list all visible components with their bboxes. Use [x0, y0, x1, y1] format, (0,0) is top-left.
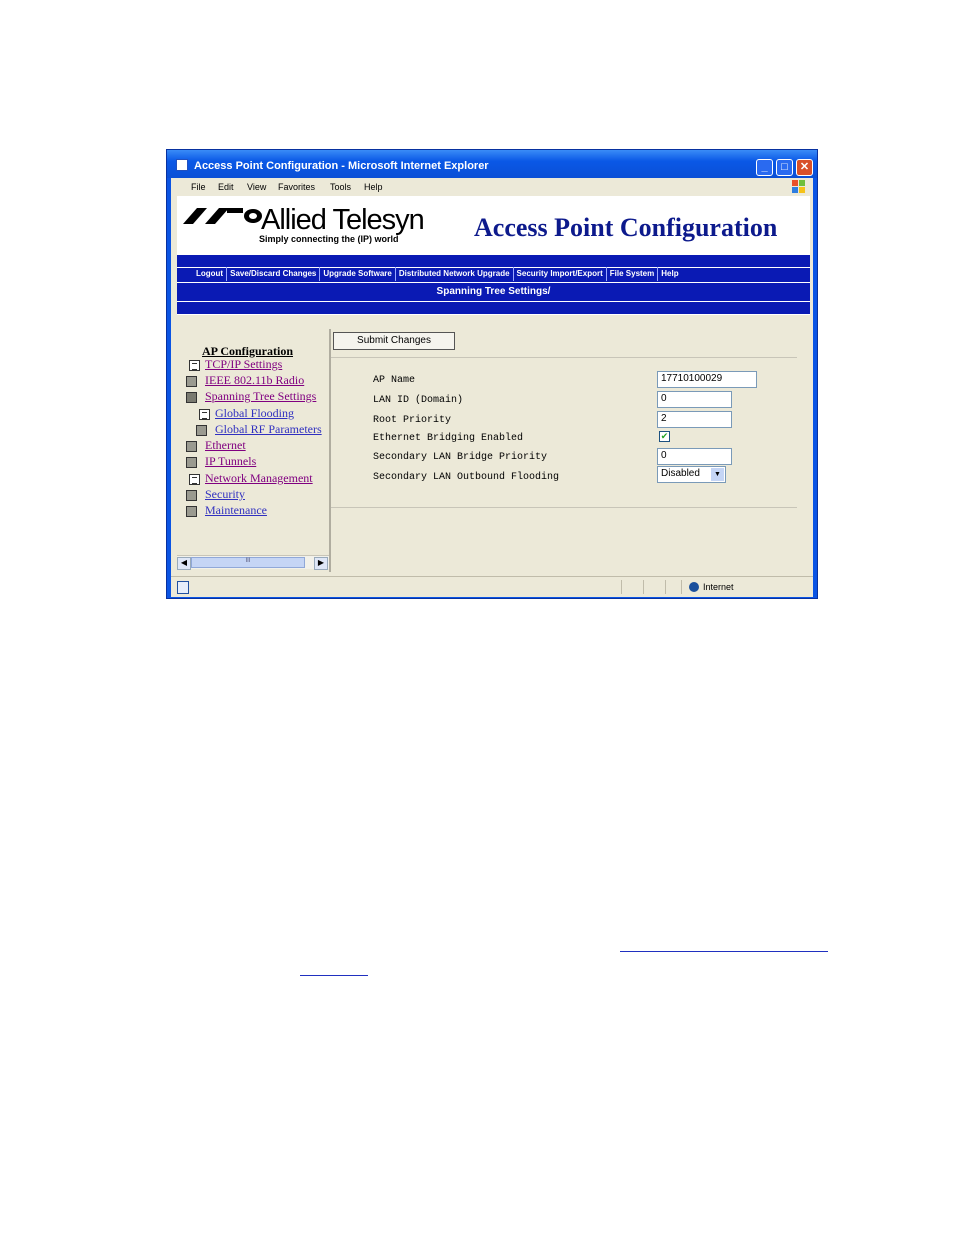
divider: [681, 580, 682, 594]
globe-icon: [689, 582, 699, 592]
document-icon: [189, 360, 200, 371]
scroll-right-icon[interactable]: ▶: [314, 557, 328, 570]
minimize-button[interactable]: _: [756, 159, 773, 176]
folder-icon: [196, 425, 207, 436]
divider: [177, 282, 810, 283]
nav-band: Logout Save/Discard Changes Upgrade Soft…: [177, 255, 810, 315]
sidebar-item-global-flooding[interactable]: Global Flooding: [215, 406, 294, 421]
menu-edit[interactable]: Edit: [218, 182, 234, 192]
lan-id-label: LAN ID (Domain): [373, 395, 464, 406]
page-content: Allied Telesyn Simply connecting the (IP…: [171, 196, 813, 576]
root-priority-field[interactable]: 2: [657, 411, 732, 428]
scroll-thumb[interactable]: III: [191, 557, 305, 568]
sidebar-tree: AP Configuration TCP/IP Settings IEEE 80…: [177, 329, 331, 572]
link-underline[interactable]: [300, 975, 368, 976]
document-icon: [199, 409, 210, 420]
document-icon: [189, 474, 200, 485]
ethernet-bridging-checkbox[interactable]: ✔: [659, 431, 670, 442]
divider: [177, 301, 810, 302]
sidebar-item-network-management[interactable]: Network Management: [205, 471, 313, 486]
nav-file-system[interactable]: File System: [607, 267, 659, 281]
outbound-flooding-select[interactable]: Disabled ▼: [657, 466, 726, 483]
sidebar-item-ethernet[interactable]: Ethernet: [205, 438, 246, 453]
sidebar-item-radio[interactable]: IEEE 802.11b Radio: [205, 373, 304, 388]
nav-distributed-upgrade[interactable]: Distributed Network Upgrade: [396, 267, 514, 281]
windows-logo-icon: [792, 180, 805, 193]
menu-bar: File Edit View Favorites Tools Help: [171, 178, 813, 196]
sidebar-item-maintenance[interactable]: Maintenance: [205, 503, 267, 518]
settings-panel: Submit Changes AP Name 17710100029 LAN I…: [331, 329, 813, 576]
banner: Allied Telesyn Simply connecting the (IP…: [177, 196, 810, 255]
outbound-flooding-value: Disabled: [661, 468, 700, 479]
nav-help[interactable]: Help: [658, 267, 681, 281]
nav-logout[interactable]: Logout: [193, 267, 228, 281]
close-button[interactable]: ✕: [796, 159, 813, 176]
allied-telesyn-logo-icon: [183, 208, 262, 224]
section-title: Spanning Tree Settings/: [436, 286, 551, 297]
nav-bar: Logout Save/Discard Changes Upgrade Soft…: [193, 267, 682, 281]
menu-help[interactable]: Help: [364, 182, 383, 192]
page-icon: [177, 581, 189, 594]
divider: [621, 580, 622, 594]
sidebar-item-spanning-tree[interactable]: Spanning Tree Settings: [205, 389, 316, 404]
outbound-flooding-label: Secondary LAN Outbound Flooding: [373, 472, 560, 483]
secondary-priority-field[interactable]: 0: [657, 448, 732, 465]
status-bar: Internet: [171, 576, 813, 597]
ie-document-icon: [176, 159, 188, 171]
chevron-down-icon[interactable]: ▼: [711, 468, 724, 481]
maximize-button[interactable]: □: [776, 159, 793, 176]
nav-security-import-export[interactable]: Security Import/Export: [514, 267, 607, 281]
menu-file[interactable]: File: [191, 182, 206, 192]
title-bar[interactable]: Access Point Configuration - Microsoft I…: [167, 150, 817, 178]
nav-save-discard[interactable]: Save/Discard Changes: [227, 267, 321, 281]
sidebar-item-global-rf[interactable]: Global RF Parameters: [215, 422, 322, 437]
ethernet-bridging-label: Ethernet Bridging Enabled: [373, 433, 524, 444]
folder-icon: [186, 441, 197, 452]
window-title: Access Point Configuration - Microsoft I…: [194, 160, 489, 172]
open-folder-icon: [186, 392, 197, 403]
ap-name-label: AP Name: [373, 375, 416, 386]
menu-view[interactable]: View: [247, 182, 266, 192]
lan-id-field[interactable]: 0: [657, 391, 732, 408]
divider: [643, 580, 644, 594]
submit-changes-button[interactable]: Submit Changes: [333, 332, 455, 350]
zone-label: Internet: [703, 582, 734, 592]
ap-name-field[interactable]: 17710100029: [657, 371, 757, 388]
brand-name: Allied Telesyn: [261, 204, 425, 236]
link-underline[interactable]: [620, 951, 828, 952]
divider: [665, 580, 666, 594]
divider: [331, 357, 797, 358]
divider: [177, 314, 810, 315]
brand-tagline: Simply connecting the (IP) world: [259, 234, 399, 244]
folder-icon: [186, 376, 197, 387]
folder-icon: [186, 457, 197, 468]
page-heading: Access Point Configuration: [474, 213, 778, 242]
menu-favorites[interactable]: Favorites: [278, 182, 315, 192]
folder-icon: [186, 490, 197, 501]
scroll-left-icon[interactable]: ◀: [177, 557, 191, 570]
browser-window: Access Point Configuration - Microsoft I…: [166, 149, 818, 599]
secondary-priority-label: Secondary LAN Bridge Priority: [373, 452, 548, 463]
folder-icon: [186, 506, 197, 517]
menu-tools[interactable]: Tools: [330, 182, 351, 192]
nav-upgrade-software[interactable]: Upgrade Software: [320, 267, 396, 281]
divider: [331, 507, 797, 508]
sidebar-item-tcpip[interactable]: TCP/IP Settings: [205, 357, 282, 372]
sidebar-item-security[interactable]: Security: [205, 487, 245, 502]
sidebar-item-ip-tunnels[interactable]: IP Tunnels: [205, 454, 256, 469]
root-priority-label: Root Priority: [373, 415, 452, 426]
horizontal-scrollbar[interactable]: ◀ III ▶: [177, 555, 329, 570]
